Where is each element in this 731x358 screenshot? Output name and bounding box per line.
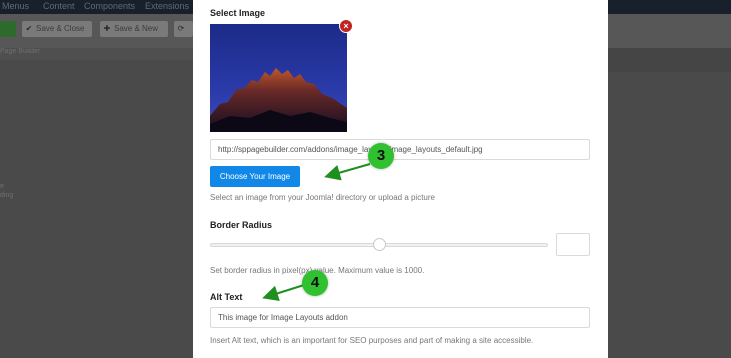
menu-item-menus[interactable]: Menus <box>2 1 29 11</box>
border-radius-label: Border Radius <box>210 220 273 230</box>
image-url-input[interactable]: http://sppagebuilder.com/addons/image_la… <box>210 139 590 160</box>
side-text-fragment: ding <box>0 192 14 199</box>
menu-item-components[interactable]: Components <box>84 1 135 11</box>
page-subtitle: Page Builder <box>0 48 41 55</box>
menu-item-extensions[interactable]: Extensions <box>145 1 189 11</box>
apply-button[interactable] <box>0 21 16 37</box>
alt-text-help: Insert Alt text, which is an important f… <box>210 336 534 345</box>
side-text-fragment: e <box>0 183 4 190</box>
remove-image-icon[interactable]: × <box>339 19 353 33</box>
choose-image-help: Select an image from your Joomla! direct… <box>210 193 435 202</box>
check-icon: ✔ <box>25 24 33 33</box>
step-3-callout: 3 <box>368 143 394 169</box>
choose-image-button[interactable]: Choose Your Image <box>210 166 300 187</box>
copy-icon: ⟳ <box>177 24 185 33</box>
alt-text-input[interactable]: This image for Image Layouts addon <box>210 307 590 328</box>
plus-icon: ✚ <box>103 24 111 33</box>
save-close-button[interactable]: ✔ Save & Close <box>22 21 92 37</box>
menu-item-content[interactable]: Content <box>43 1 75 11</box>
select-image-label: Select Image <box>210 8 266 18</box>
save-copy-button[interactable]: ⟳ <box>174 21 193 37</box>
image-preview <box>210 24 347 132</box>
addon-settings-modal: Select Image × http://sppagebuilder.com/… <box>193 0 608 358</box>
save-new-button[interactable]: ✚ Save & New <box>100 21 168 37</box>
step-4-callout: 4 <box>302 270 328 296</box>
border-radius-input[interactable] <box>556 233 590 256</box>
admin-panel-strip <box>608 48 731 72</box>
border-radius-slider-handle[interactable] <box>372 238 386 251</box>
alt-text-label: Alt Text <box>210 292 243 302</box>
